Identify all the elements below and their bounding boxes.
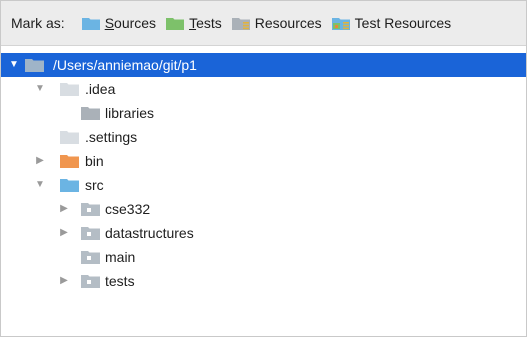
tree-row-label: .idea xyxy=(85,81,116,97)
module-folder-icon xyxy=(25,58,45,72)
tree-row-label: bin xyxy=(85,153,104,169)
collapsed-arrow-icon[interactable]: ▶ xyxy=(35,156,45,166)
tree-row-main[interactable]: main xyxy=(1,245,526,269)
tree-row-label: cse332 xyxy=(105,201,151,217)
mark-sources-label: Sources xyxy=(104,15,157,31)
project-tree: ▼ /Users/anniemao/git/p1 ▼ .idea librari… xyxy=(1,53,526,293)
mark-tests-label: Tests xyxy=(189,15,222,31)
tree-row-label: /Users/anniemao/git/p1 xyxy=(53,57,197,73)
sources-folder-icon xyxy=(81,17,100,30)
mark-resources-label: Resources xyxy=(254,15,322,31)
tree-row-label: src xyxy=(85,177,104,193)
tree-row-label: datastructures xyxy=(105,225,194,241)
mark-test-resources-button[interactable]: Test Resources xyxy=(331,15,452,31)
tree-row-datastructures[interactable]: ▶ datastructures xyxy=(1,221,526,245)
tree-row-libraries[interactable]: libraries xyxy=(1,101,526,125)
mark-resources-button[interactable]: Resources xyxy=(231,15,322,31)
tree-row-bin[interactable]: ▶ bin xyxy=(1,149,526,173)
tree-row-idea[interactable]: ▼ .idea xyxy=(1,77,526,101)
expand-arrow-icon[interactable]: ▼ xyxy=(9,60,19,70)
mark-as-label: Mark as: xyxy=(11,15,65,31)
mark-tests-button[interactable]: Tests xyxy=(166,15,222,31)
expand-arrow-icon[interactable]: ▼ xyxy=(35,180,45,190)
mark-sources-button[interactable]: Sources xyxy=(81,15,157,31)
tree-row-settings[interactable]: .settings xyxy=(1,125,526,149)
mark-test-resources-label: Test Resources xyxy=(354,15,452,31)
mark-as-toolbar: Mark as: Sources Tests Resources Test Re… xyxy=(1,1,526,46)
collapsed-arrow-icon[interactable]: ▶ xyxy=(59,204,69,214)
resources-folder-icon xyxy=(231,17,250,30)
package-folder-icon xyxy=(81,202,101,216)
package-folder-icon xyxy=(81,274,101,288)
gray-folder-icon xyxy=(81,106,101,120)
excluded-folder-icon xyxy=(60,154,80,168)
tree-row-label: main xyxy=(105,249,136,265)
source-folder-icon xyxy=(60,178,80,192)
tree-row-root[interactable]: ▼ /Users/anniemao/git/p1 xyxy=(1,53,526,77)
tree-row-src[interactable]: ▼ src xyxy=(1,173,526,197)
package-folder-icon xyxy=(81,226,101,240)
tests-folder-icon xyxy=(166,17,185,30)
test-resources-folder-icon xyxy=(331,17,350,30)
plain-folder-icon xyxy=(60,130,80,144)
tree-row-label: libraries xyxy=(105,105,155,121)
package-folder-icon xyxy=(81,250,101,264)
tree-row-label: .settings xyxy=(85,129,138,145)
project-structure-panel: Mark as: Sources Tests Resources Test Re… xyxy=(0,0,527,337)
collapsed-arrow-icon[interactable]: ▶ xyxy=(59,276,69,286)
collapsed-arrow-icon[interactable]: ▶ xyxy=(59,228,69,238)
expand-arrow-icon[interactable]: ▼ xyxy=(35,84,45,94)
tree-row-cse332[interactable]: ▶ cse332 xyxy=(1,197,526,221)
tree-row-tests[interactable]: ▶ tests xyxy=(1,269,526,293)
tree-row-label: tests xyxy=(105,273,135,289)
plain-folder-icon xyxy=(60,82,80,96)
